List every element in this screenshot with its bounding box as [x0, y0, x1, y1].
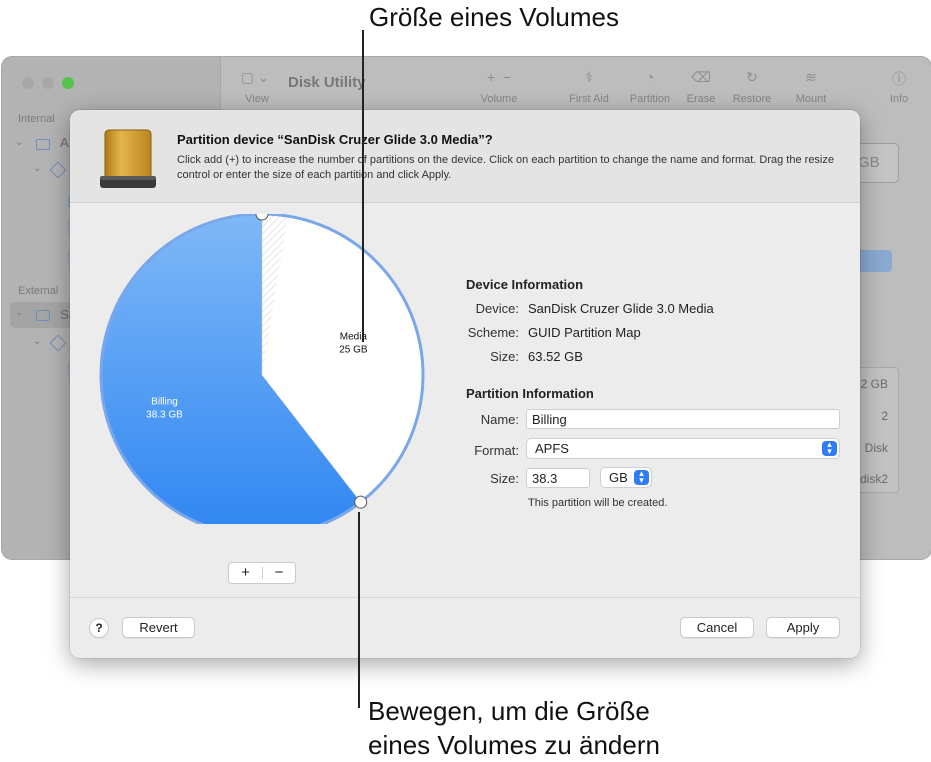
- callout-drag-resize-line1: Bewegen, um die Größe: [368, 696, 650, 726]
- device-size-label: Size:: [490, 349, 519, 364]
- chevron-down-icon[interactable]: ⌄: [15, 137, 23, 148]
- pie-label-billing-name: Billing: [151, 396, 178, 407]
- toolbar-view-label[interactable]: View: [222, 93, 292, 105]
- scheme-label: Scheme:: [467, 325, 519, 340]
- chevron-down-icon[interactable]: ⌄: [33, 163, 41, 174]
- container-icon: [49, 161, 67, 179]
- device-label: Device:: [475, 301, 519, 316]
- format-value: APFS: [535, 441, 569, 456]
- add-remove-volume-icon[interactable]: + −: [464, 69, 534, 85]
- partition-name-field[interactable]: Billing: [526, 409, 840, 429]
- device-value: SanDisk Cruzer Glide 3.0 Media: [528, 301, 714, 316]
- toolbar-first-aid-label[interactable]: First Aid: [554, 93, 624, 105]
- info-row: 2: [881, 409, 888, 423]
- sidebar-header-external: External: [18, 285, 59, 297]
- disk-icon: [36, 139, 50, 150]
- zoom-window-button[interactable]: [62, 77, 74, 89]
- device-size-value: 63.52 GB: [528, 349, 583, 364]
- toolbar-info-label[interactable]: Info: [864, 93, 931, 105]
- chevron-down-icon[interactable]: ⌄: [15, 307, 23, 318]
- dialog-description: Click add (+) to increase the number of …: [177, 154, 834, 181]
- callout-line-top: [362, 30, 364, 342]
- partition-note: This partition will be created.: [528, 497, 668, 509]
- capacity-fragment: GB: [858, 154, 880, 171]
- sidebar-item-internal-disk[interactable]: A: [60, 135, 69, 150]
- revert-button[interactable]: Revert: [122, 617, 195, 638]
- add-remove-partition-control: + −: [228, 562, 296, 584]
- callout-line-bottom: [358, 512, 360, 708]
- format-popup[interactable]: APFS ▴ ▾: [526, 438, 840, 459]
- pie-label-media-size: 25 GB: [339, 345, 368, 356]
- first-aid-icon[interactable]: ⚕: [554, 69, 624, 86]
- container-icon: [49, 334, 67, 352]
- size-unit-popup[interactable]: GB ▴ ▾: [600, 467, 652, 488]
- partition-pie-chart[interactable]: Billing 38.3 GB Media 25 GB: [98, 214, 428, 524]
- sidebar-header-internal: Internal: [18, 113, 55, 125]
- resize-handle-bottom[interactable]: [354, 495, 368, 509]
- scheme-value: GUID Partition Map: [528, 325, 641, 340]
- window-title: Disk Utility: [288, 74, 366, 91]
- info-icon[interactable]: ⓘ: [864, 69, 931, 89]
- mount-icon[interactable]: ≋: [776, 69, 846, 86]
- sidebar-toggle-icon[interactable]: ▢ ⌄: [220, 69, 290, 86]
- info-row: 2 GB: [860, 377, 888, 391]
- footer-separator: [70, 597, 860, 598]
- remove-partition-button[interactable]: −: [263, 563, 295, 583]
- help-button[interactable]: ?: [89, 618, 109, 638]
- format-label: Format:: [474, 443, 519, 458]
- callout-drag-resize-line2: eines Volumes zu ändern: [368, 730, 660, 760]
- partition-size-field[interactable]: 38.3: [526, 468, 590, 488]
- toolbar-volume-label[interactable]: Volume: [464, 93, 534, 105]
- popup-arrows-icon: ▴ ▾: [634, 469, 649, 485]
- size-unit-value: GB: [609, 470, 628, 485]
- dialog-title: Partition device “SanDisk Cruzer Glide 3…: [177, 132, 493, 147]
- cancel-button[interactable]: Cancel: [680, 617, 754, 638]
- toolbar-mount-label[interactable]: Mount: [776, 93, 846, 105]
- partition-dialog: Partition device “SanDisk Cruzer Glide 3…: [70, 110, 860, 658]
- external-drive-icon: [100, 129, 156, 188]
- chevron-down-icon[interactable]: ⌄: [33, 336, 41, 347]
- add-partition-button[interactable]: +: [229, 563, 262, 583]
- info-row: Disk: [864, 441, 888, 455]
- partition-size-label: Size:: [490, 471, 519, 486]
- name-label: Name:: [480, 412, 519, 427]
- partition-info-heading: Partition Information: [466, 386, 594, 401]
- popup-arrows-icon: ▴ ▾: [822, 440, 837, 456]
- disk-icon: [36, 310, 50, 321]
- callout-volume-size: Größe eines Volumes: [369, 2, 620, 32]
- apply-button[interactable]: Apply: [766, 617, 840, 638]
- close-window-button[interactable]: [22, 77, 34, 89]
- minimize-window-button[interactable]: [42, 77, 54, 89]
- pie-label-billing-size: 38.3 GB: [146, 409, 183, 420]
- device-info-heading: Device Information: [466, 277, 584, 292]
- info-row: disk2: [859, 472, 888, 486]
